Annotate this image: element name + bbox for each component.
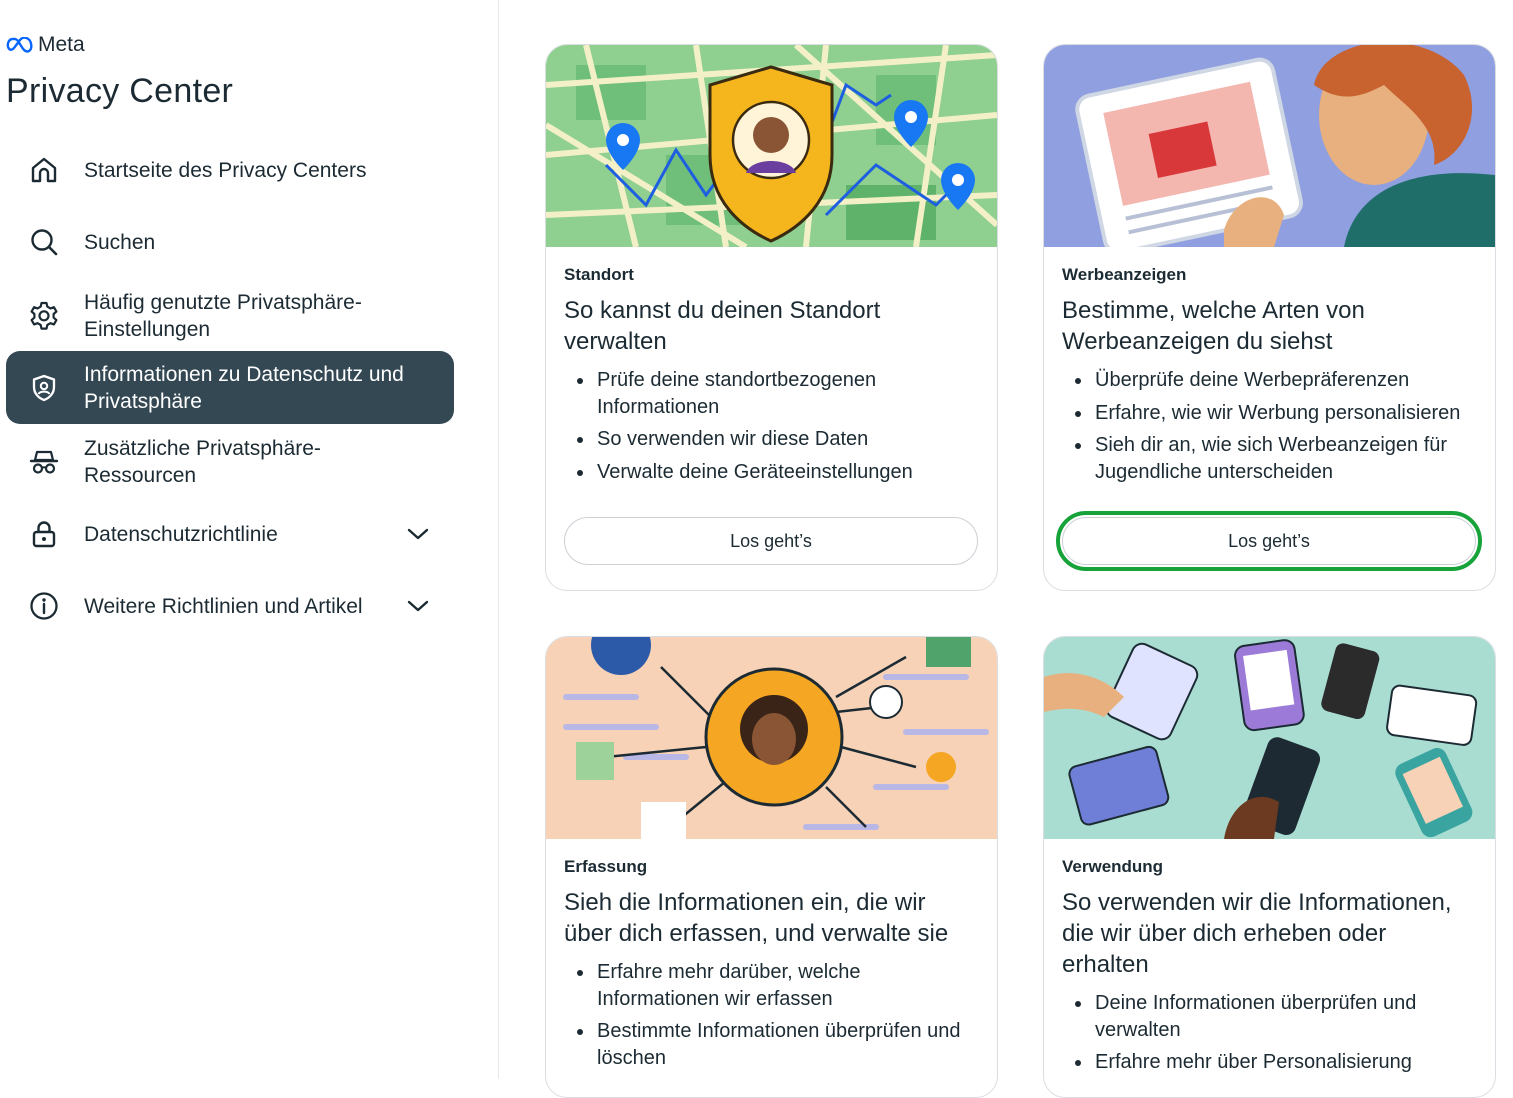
card-title: Sieh die Informationen ein, die wir über… <box>564 889 949 947</box>
chevron-down-icon[interactable] <box>406 594 430 618</box>
list-item: Verwalte deine Geräteeinstellungen <box>564 459 974 486</box>
sidebar-item-label: Datenschutzrichtlinie <box>84 522 278 546</box>
card-bullet-list: Prüfe deine standortbezogenen Informatio… <box>564 367 974 491</box>
meta-logo[interactable]: Meta <box>6 33 85 57</box>
sidebar-item-home[interactable]: Startseite des Privacy Centers <box>6 134 454 206</box>
sidebar-item-label: Startseite des Privacy Centers <box>84 158 367 182</box>
list-item: Erfahre, wie wir Werbung personalisieren <box>1062 400 1472 427</box>
home-icon <box>28 154 60 186</box>
location-start-button[interactable]: Los geht’s <box>564 517 978 565</box>
sidebar-item-label: Häufig genutzte Privatsphäre-Einstellung… <box>84 291 362 341</box>
page-title: Privacy Center <box>6 72 234 110</box>
chevron-down-icon[interactable] <box>406 522 430 546</box>
sidebar-item-label: Zusätzliche Privatsphäre-Ressourcen <box>84 437 321 487</box>
card-collection: Erfassung Sieh die Informationen ein, di… <box>545 636 998 1098</box>
card-ads: Werbeanzeigen Bestimme, welche Arten von… <box>1043 44 1496 591</box>
location-illustration <box>546 45 997 247</box>
list-item: Deine Informationen überprüfen und verwa… <box>1062 990 1472 1043</box>
sidebar-item-label: Informationen zu Datenschutz und Privats… <box>84 362 404 413</box>
sidebar: Meta Privacy Center Startseite des Priva… <box>0 0 499 1079</box>
list-item: Erfahre mehr darüber, welche Information… <box>564 959 974 1012</box>
card-usage: Verwendung So verwenden wir die Informat… <box>1043 636 1496 1098</box>
ads-illustration <box>1044 45 1495 247</box>
ads-start-button[interactable]: Los geht’s <box>1056 511 1482 571</box>
card-location: Standort So kannst du deinen Standort ve… <box>545 44 998 591</box>
card-category: Werbeanzeigen <box>1062 265 1187 284</box>
card-title: Bestimme, welche Arten von Werbeanzeigen… <box>1062 297 1365 355</box>
sidebar-item-label: Suchen <box>84 230 156 254</box>
usage-illustration <box>1044 637 1495 839</box>
sidebar-item-label: Weitere Richtlinien und Artikel <box>84 594 363 618</box>
meta-infinity-icon <box>6 37 33 53</box>
list-item: Bestimmte Informationen überprüfen und l… <box>564 1018 974 1071</box>
card-bullet-list: Erfahre mehr darüber, welche Information… <box>564 959 974 1077</box>
card-category: Standort <box>564 265 634 284</box>
sidebar-item-privacy-info[interactable]: Informationen zu Datenschutz und Privats… <box>6 351 454 424</box>
gear-icon <box>28 300 60 332</box>
card-title: So kannst du deinen Standort verwalten <box>564 297 881 355</box>
list-item: Erfahre mehr über Personalisierung <box>1062 1049 1472 1076</box>
card-category: Erfassung <box>564 857 648 876</box>
list-item: Prüfe deine standortbezogenen Informatio… <box>564 367 974 420</box>
lock-icon <box>28 518 60 550</box>
card-title: So verwenden wir die Informationen, die … <box>1062 889 1452 978</box>
sidebar-item-search[interactable]: Suchen <box>6 206 454 278</box>
collection-illustration <box>546 637 997 839</box>
search-icon <box>28 226 60 258</box>
list-item: Überprüfe deine Werbepräferenzen <box>1062 367 1472 394</box>
shield-user-icon <box>28 372 60 404</box>
incognito-icon <box>28 446 60 478</box>
list-item: Sieh dir an, wie sich Werbeanzeigen für … <box>1062 432 1472 485</box>
card-bullet-list: Überprüfe deine Werbepräferenzen Erfahre… <box>1062 367 1472 491</box>
info-icon <box>28 590 60 622</box>
sidebar-item-other-policies[interactable]: Weitere Richtlinien und Artikel <box>6 570 454 642</box>
sidebar-item-privacy-policy[interactable]: Datenschutzrichtlinie <box>6 498 454 570</box>
card-bullet-list: Deine Informationen überprüfen und verwa… <box>1062 990 1472 1082</box>
meta-logo-text: Meta <box>38 33 85 56</box>
sidebar-item-settings[interactable]: Häufig genutzte Privatsphäre-Einstellung… <box>6 280 454 352</box>
list-item: So verwenden wir diese Daten <box>564 426 974 453</box>
sidebar-item-resources[interactable]: Zusätzliche Privatsphäre-Ressourcen <box>6 426 454 498</box>
card-category: Verwendung <box>1062 857 1164 876</box>
